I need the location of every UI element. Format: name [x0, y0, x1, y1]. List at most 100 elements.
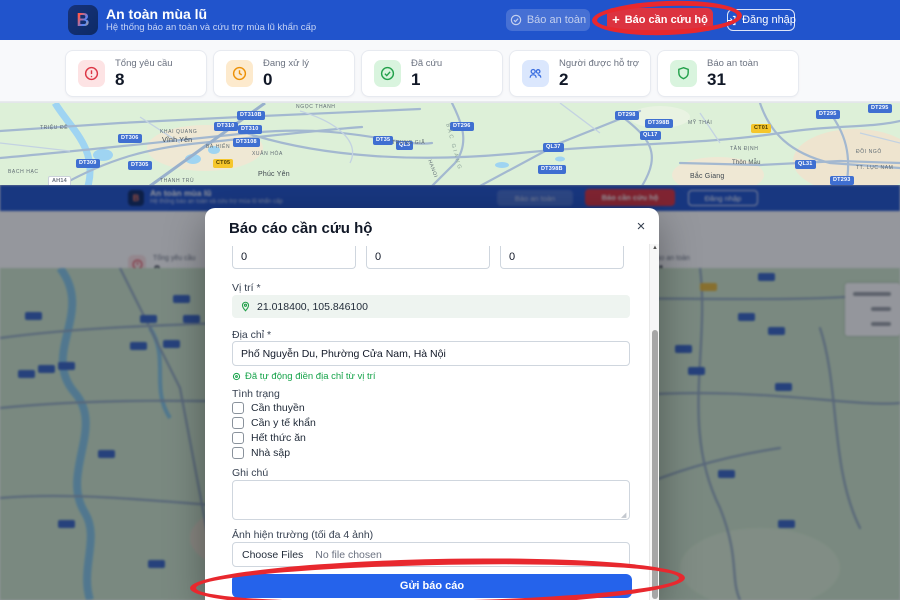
report-safe-label: Báo an toàn — [527, 14, 586, 26]
checkbox-house-collapsed[interactable]: Nhà sập — [232, 447, 290, 459]
app-subtitle: Hệ thống báo an toàn và cứu trợ mùa lũ k… — [106, 22, 316, 33]
map-place-label: NGỌC THANH — [296, 104, 336, 110]
file-status-text: No file chosen — [315, 549, 382, 561]
alert-circle-icon — [78, 60, 105, 87]
stat-value: 2 — [559, 70, 639, 90]
clock-icon — [226, 60, 253, 87]
road-badge: DT295 — [816, 110, 840, 119]
map-place-label: TT. LỤC NAM — [856, 165, 893, 171]
road-badge: DT398B — [538, 165, 566, 174]
checkbox-need-medical[interactable]: Cần y tế khẩn — [232, 417, 316, 429]
map-place-label: Phúc Yên — [258, 171, 290, 178]
report-rescue-label: Báo cần cứu hộ — [625, 14, 708, 26]
count-field-1[interactable] — [232, 246, 356, 269]
checkbox-label: Hết thức ăn — [251, 432, 306, 444]
address-field[interactable] — [232, 341, 630, 366]
road-badge: DT310B — [237, 111, 265, 120]
checkbox-label: Cần thuyền — [251, 402, 305, 414]
status-label: Tình trạng — [232, 388, 280, 400]
stats-row: Tổng yêu cầu 8 Đang xử lý 0 Đã cứu 1 Ngư… — [0, 40, 900, 102]
location-coordinates: 21.018400, 105.846100 — [257, 301, 368, 313]
checkbox[interactable] — [232, 402, 244, 414]
checkbox-label: Nhà sập — [251, 447, 290, 459]
checkbox[interactable] — [232, 417, 244, 429]
road-badge: DT306 — [118, 134, 142, 143]
stat-card-supported: Người được hỗ trợ 2 — [509, 50, 651, 97]
choose-files-button[interactable]: Choose Files — [242, 549, 303, 561]
road-badge: DT3108 — [233, 138, 260, 147]
map-place-label: ĐỒI NGÔ — [856, 149, 882, 155]
stat-label: Đã cứu — [411, 58, 442, 69]
scrollbar-thumb[interactable] — [652, 330, 659, 599]
note-textarea[interactable] — [232, 480, 630, 520]
modal-title: Báo cáo cần cứu hộ — [229, 220, 372, 237]
map-place-label: Bắc Giang — [690, 173, 725, 180]
modal-backdrop-section: B An toàn mùa lũ Hệ thống báo an toàn và… — [0, 185, 900, 600]
map-place-label: KHAI QUANG — [160, 129, 197, 135]
report-safe-button[interactable]: Báo an toàn — [506, 9, 590, 31]
rescue-report-modal: Báo cáo cần cứu hộ × Vị trí * 21.018400,… — [205, 208, 659, 600]
map-place-label: TRIỆU ĐỀ — [40, 125, 68, 131]
count-field-2[interactable] — [366, 246, 490, 269]
stat-value: 31 — [707, 70, 758, 90]
map-place-label: TÂN ĐỊNH — [730, 146, 758, 152]
road-badge: DT398B — [645, 119, 673, 128]
road-badge: DT298 — [615, 111, 639, 120]
stat-value: 1 — [411, 70, 442, 90]
road-badge: DT293 — [830, 176, 854, 185]
login-icon — [726, 15, 737, 26]
road-badge: DT35 — [373, 136, 393, 145]
map-view[interactable]: DT310BDT310DT310DT3108DT306DT309DT305CT0… — [0, 102, 900, 185]
road-badge: CT05 — [213, 159, 233, 168]
submit-report-button[interactable]: Gửi báo cáo — [232, 574, 632, 598]
logo-letter: B — [77, 10, 90, 31]
login-label: Đăng nhập — [742, 14, 796, 26]
app-header: B An toàn mùa lũ Hệ thống báo an toàn và… — [0, 0, 900, 40]
shield-icon — [670, 60, 697, 87]
note-label: Ghi chú — [232, 467, 268, 479]
scroll-up-icon[interactable]: ▲ — [651, 245, 659, 251]
app-logo: B — [68, 5, 98, 35]
checkbox-need-boat[interactable]: Cần thuyền — [232, 402, 305, 414]
map-place-label: BÁ HIẾN — [206, 144, 230, 150]
road-badge: DT295 — [868, 104, 892, 113]
road-badge: DT310 — [238, 125, 262, 134]
road-badge: DT296 — [450, 122, 474, 131]
count-field-3[interactable] — [500, 246, 624, 269]
check-circle-icon — [374, 60, 401, 87]
road-badge: DT310 — [214, 122, 238, 131]
stat-card-rescued: Đã cứu 1 — [361, 50, 503, 97]
resize-handle-icon[interactable]: ◢ — [621, 511, 626, 519]
map-place-label: Vĩnh Yên — [162, 137, 192, 144]
users-icon — [522, 60, 549, 87]
app-title: An toàn mùa lũ — [106, 6, 207, 22]
location-label: Vị trí * — [232, 282, 261, 294]
road-badge: CT01 — [751, 124, 771, 133]
stat-label: Đang xử lý — [263, 58, 309, 69]
stat-label: Người được hỗ trợ — [559, 58, 639, 69]
address-label: Địa chỉ * — [232, 329, 271, 341]
map-place-label: THANH TRÙ — [160, 178, 194, 184]
map-place-label: Thôn Mẫu — [732, 160, 761, 166]
login-button[interactable]: Đăng nhập — [727, 9, 795, 31]
close-icon[interactable]: × — [633, 218, 649, 235]
modal-scrollbar[interactable]: ▲ — [649, 244, 659, 600]
report-rescue-button[interactable]: + Báo cần cứu hộ — [607, 8, 713, 31]
road-badge: DT305 — [128, 161, 152, 170]
map-pin-icon — [240, 301, 251, 312]
location-value-box: 21.018400, 105.846100 — [232, 295, 630, 318]
checkbox-out-of-food[interactable]: Hết thức ăn — [232, 432, 306, 444]
road-badge: QL31 — [795, 160, 816, 169]
stat-label: Báo an toàn — [707, 58, 758, 69]
road-badge: QL17 — [640, 131, 661, 140]
file-input[interactable]: Choose Files No file chosen — [232, 542, 630, 567]
stat-value: 0 — [263, 70, 309, 90]
checkbox[interactable] — [232, 432, 244, 444]
address-autofill-note: Đã tự động điền địa chỉ từ vị trí — [232, 371, 375, 382]
road-badge: AH14 — [48, 176, 71, 185]
map-place-label: XUÂN HÒA — [252, 151, 283, 157]
stat-card-processing: Đang xử lý 0 — [213, 50, 355, 97]
checkbox[interactable] — [232, 447, 244, 459]
stat-value: 8 — [115, 70, 173, 90]
map-place-label: TRUNG GIÃ — [392, 140, 425, 146]
